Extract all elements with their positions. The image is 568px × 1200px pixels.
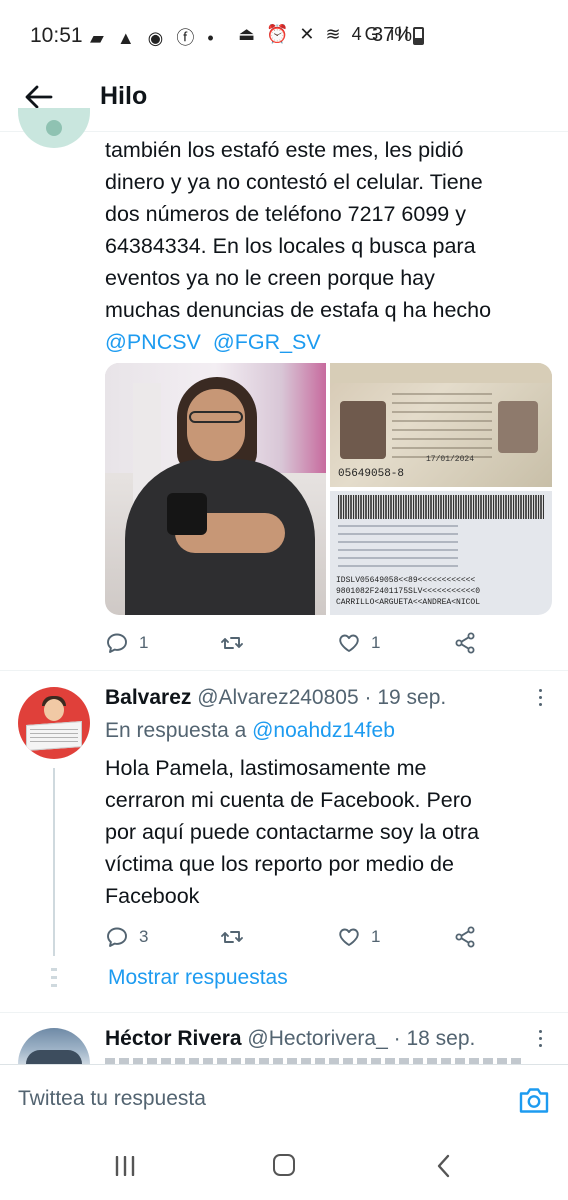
reply-input[interactable]: Twittea tu respuesta: [18, 1087, 206, 1111]
reply-prefix: En respuesta a: [105, 719, 247, 742]
recent-apps-button[interactable]: [114, 1155, 136, 1177]
media-photo[interactable]: [105, 363, 326, 615]
divider: [0, 670, 568, 671]
reply-handle-link[interactable]: @noahdz14feb: [252, 719, 395, 742]
media-id-back[interactable]: IDSLV05649058<<89<<<<<<<<<<<< 9801082F24…: [330, 491, 552, 615]
system-back-button[interactable]: [434, 1154, 454, 1178]
reply-icon: [107, 927, 127, 947]
reply-count: 1: [139, 633, 149, 652]
reply-context: En respuesta a @noahdz14feb: [105, 717, 395, 745]
chevron-left-icon: [437, 1154, 450, 1178]
battery-level: 37%: [372, 24, 413, 46]
show-replies-link[interactable]: Mostrar respuestas: [108, 966, 288, 990]
tweet-text: Hola Pamela, lastimosamente me cerraron …: [105, 756, 480, 908]
like-button[interactable]: 1: [337, 627, 380, 659]
mentions: @PNCSV @FGR_SV: [105, 326, 327, 358]
reply-composer: Twittea tu respuesta: [0, 1064, 568, 1136]
share-icon: [455, 926, 475, 948]
recents-icon: [115, 1155, 135, 1177]
tweet-text: también los estafó este mes, les pidió d…: [105, 138, 492, 322]
share-button[interactable]: [453, 627, 477, 659]
share-button[interactable]: [453, 921, 477, 953]
avatar[interactable]: [18, 1028, 90, 1064]
thread-line: [53, 768, 55, 956]
retweet-icon: [221, 931, 243, 943]
reply-icon: [107, 633, 127, 653]
tweet-actions: 1 1: [105, 627, 505, 659]
reply-button[interactable]: 3: [105, 921, 148, 953]
reply-button[interactable]: 1: [105, 627, 148, 659]
author-name[interactable]: Héctor Rivera: [105, 1027, 242, 1050]
camera-button[interactable]: [518, 1085, 550, 1115]
like-count: 1: [371, 927, 381, 946]
tweet-header: Balvarez @Alvarez240805 · 19 sep.: [105, 684, 446, 712]
more-options-button[interactable]: [537, 1030, 543, 1050]
thread-dots: [51, 968, 57, 990]
retweet-button[interactable]: [220, 627, 254, 659]
like-button[interactable]: 1: [337, 921, 380, 953]
heart-icon: [339, 634, 359, 652]
reply-count: 3: [139, 927, 149, 946]
author-handle[interactable]: @Hectorivera_: [247, 1027, 387, 1050]
retweet-icon: [221, 637, 243, 649]
avatar[interactable]: [18, 108, 90, 148]
status-time: 10:51: [30, 24, 83, 47]
page-title: Hilo: [100, 82, 148, 110]
battery-icon: [413, 27, 424, 45]
camera-icon: [519, 1088, 549, 1113]
author-name[interactable]: Balvarez: [105, 686, 191, 709]
status-bar: 10:51 ▰ ▲ ◉ ⓕ • ⏏ ⏰ ✕ ≋ 4G ıll 37%: [0, 0, 568, 70]
tweet-date: · 19 sep.: [364, 686, 447, 709]
retweet-button[interactable]: [220, 921, 244, 953]
like-count: 1: [371, 633, 381, 652]
share-icon: [455, 632, 475, 654]
mention-link[interactable]: @FGR_SV: [213, 330, 321, 354]
more-options-button[interactable]: [537, 689, 543, 709]
tweet-actions: 3 1: [105, 921, 505, 953]
id-date: 17/01/2024: [426, 455, 475, 464]
media-id-front[interactable]: 17/01/2024 05649058-8: [330, 363, 552, 487]
heart-icon: [339, 928, 359, 946]
avatar[interactable]: [18, 687, 90, 759]
id-mrz: IDSLV05649058<<89<<<<<<<<<<<< 9801082F24…: [336, 576, 481, 607]
mention-link[interactable]: @PNCSV: [105, 330, 201, 354]
home-button[interactable]: [273, 1154, 295, 1176]
system-nav-bar: [0, 1136, 568, 1200]
media-grid: 17/01/2024 05649058-8 IDSLV05649058<<89<…: [105, 363, 552, 615]
divider: [0, 1012, 568, 1013]
author-handle[interactable]: @Alvarez240805: [197, 686, 358, 709]
notification-icons: ▰ ▲ ◉ ⓕ •: [90, 28, 218, 48]
tweet-header: Héctor Rivera @Hectorivera_ · 18 sep.: [105, 1025, 475, 1053]
tweet-date: · 18 sep.: [393, 1027, 476, 1050]
id-number: 05649058-8: [338, 468, 405, 480]
